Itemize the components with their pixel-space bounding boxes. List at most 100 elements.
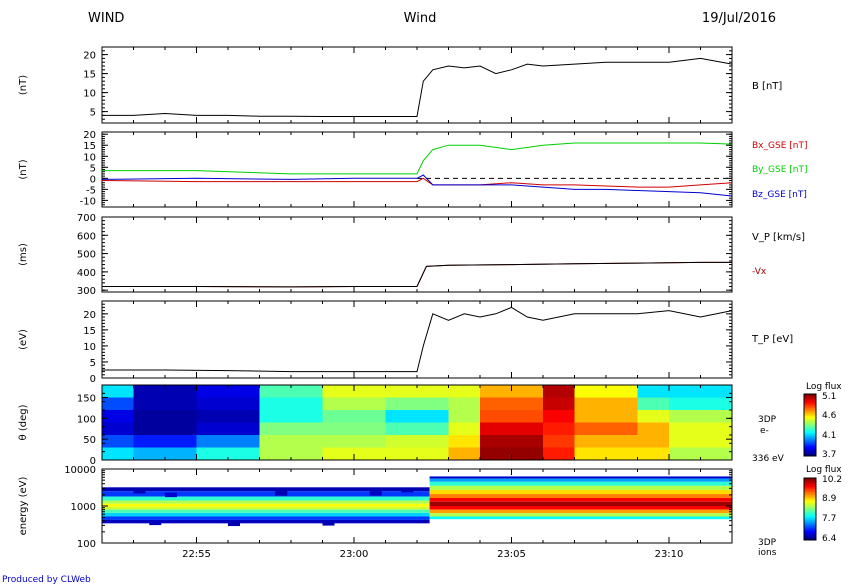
heatmap-cell [669, 422, 733, 436]
y-tick-label: 500 [77, 250, 96, 261]
spectrogram-band [429, 506, 732, 510]
heatmap-cell [637, 435, 670, 448]
heatmap-cell [543, 422, 575, 436]
spectrogram-speck [149, 520, 162, 526]
heatmap-cell [102, 447, 134, 461]
colorbar-energy-tick-0: 10.2 [822, 475, 842, 485]
theta-side-label-3: 336 eV [752, 454, 785, 464]
y-tick-label: 5 [90, 358, 96, 369]
legend-vp: V_P [km/s] [752, 232, 805, 243]
panel-electron-pitch-angle: 050100150θ (deg) [18, 384, 733, 467]
theta-side-label-2: e- [760, 426, 769, 436]
heatmap-cell [543, 435, 575, 448]
spectrogram-band [102, 496, 430, 501]
mission-label: WIND [88, 11, 124, 26]
spectrogram-band [429, 501, 732, 506]
heatmap-cell [480, 397, 544, 411]
spectrogram-band [429, 485, 732, 491]
series-b-gse-0 [101, 177, 733, 188]
spectrogram-speck [228, 521, 240, 527]
y-tick-label: 0 [90, 374, 96, 385]
spectrogram-speck [133, 489, 146, 494]
y-axis-label: energy (eV) [18, 476, 29, 535]
heatmap-cell [480, 410, 544, 423]
spectrogram-band [429, 476, 732, 479]
y-tick-label: 0 [90, 174, 96, 185]
heatmap-cell [637, 385, 670, 398]
spectrogram-band [429, 490, 732, 495]
panel-proton-velocity: 300 400 500 600 700 (ms) V_P [km/s] -Vx [18, 213, 805, 297]
heatmap-cell [385, 397, 449, 411]
y-axis-label: (nT) [18, 75, 29, 95]
panel-b-gse: -10-505101520 (nT) Bx_GSE [nT] By_GSE [nT] B… [18, 130, 807, 208]
heatmap-cell [543, 397, 575, 411]
heatmap-cell [637, 410, 670, 423]
series-vp [102, 261, 732, 288]
legend-minus-vx: -Vx [752, 267, 767, 277]
heatmap-cell [574, 422, 638, 436]
y-tick-label: 100 [77, 414, 96, 425]
heatmap-cell [448, 435, 481, 448]
heatmap-cell [102, 410, 134, 423]
legend-b-gse-1: By_GSE [nT] [752, 165, 807, 175]
heatmap-cell [133, 410, 197, 423]
spectrogram-band [429, 509, 732, 514]
heatmap-cell [574, 397, 638, 411]
plot-title: Wind [404, 11, 437, 26]
heatmap-cell [669, 410, 733, 423]
x-tick-label: 22:55 [182, 549, 211, 560]
y-tick-label: -10 [80, 196, 96, 207]
legend-b: B [nT] [752, 81, 782, 92]
y-tick-label: 15 [83, 141, 96, 152]
spectrogram-band [102, 506, 430, 510]
heatmap-cell [574, 410, 638, 423]
heatmap-cell [259, 422, 323, 436]
spectrogram-band [102, 503, 430, 507]
spectrogram-speck [369, 491, 382, 496]
y-tick-label: 600 [77, 231, 96, 242]
y-tick-label: 5 [90, 108, 96, 119]
y-tick-label: 10 [83, 342, 96, 353]
y-axis-label: (ms) [18, 243, 29, 266]
y-tick-label: 15 [83, 326, 96, 337]
heatmap-cell [448, 397, 481, 411]
panel-b-magnitude: 5 10 15 20 (nT) B [nT] [18, 46, 782, 124]
spectrogram-band [429, 478, 732, 482]
y-tick-label: 400 [77, 268, 96, 279]
x-tick-label: 23:05 [497, 549, 526, 560]
spectrogram-band [429, 513, 732, 517]
heatmap-cell [448, 385, 481, 398]
legend-b-gse-0: Bx_GSE [nT] [752, 141, 807, 151]
y-tick-label: 1000 [71, 502, 96, 513]
heatmap-cell [102, 422, 134, 436]
heatmap-cell [637, 397, 670, 411]
y-tick-label: 700 [77, 213, 96, 224]
heatmap-cell [196, 397, 260, 411]
spectrogram-speck [322, 521, 335, 526]
heatmap-cell [669, 435, 733, 448]
panel-frame [101, 300, 733, 379]
colorbar-energy-tick-3: 6.4 [822, 534, 837, 544]
colorbar-theta-tick-1: 4.6 [822, 411, 837, 421]
y-tick-label: 100 [77, 539, 96, 550]
heatmap-cell [102, 435, 134, 448]
y-tick-label: 150 [77, 394, 96, 405]
y-tick-label: 50 [83, 435, 96, 446]
heatmap-cell [322, 422, 386, 436]
heatmap-cell [448, 410, 481, 423]
y-tick-label: 10 [83, 89, 96, 100]
y-tick-label: 20 [83, 310, 96, 321]
heatmap-cell [637, 447, 670, 461]
heatmap-cell [448, 447, 481, 461]
heatmap-cell [385, 410, 449, 423]
panel-frame [101, 46, 733, 124]
y-tick-label: 15 [83, 70, 96, 81]
y-axis-label: (nT) [18, 159, 29, 179]
spectrogram-band [102, 512, 430, 517]
heatmap-cell [196, 435, 260, 448]
heatmap-cell [133, 435, 197, 448]
colorbar-theta-tick-2: 4.1 [822, 431, 836, 441]
y-tick-label: -5 [86, 185, 96, 196]
x-axis: 22:55 23:00 23:05 23:10 [182, 549, 683, 560]
heatmap-cell [637, 422, 670, 436]
